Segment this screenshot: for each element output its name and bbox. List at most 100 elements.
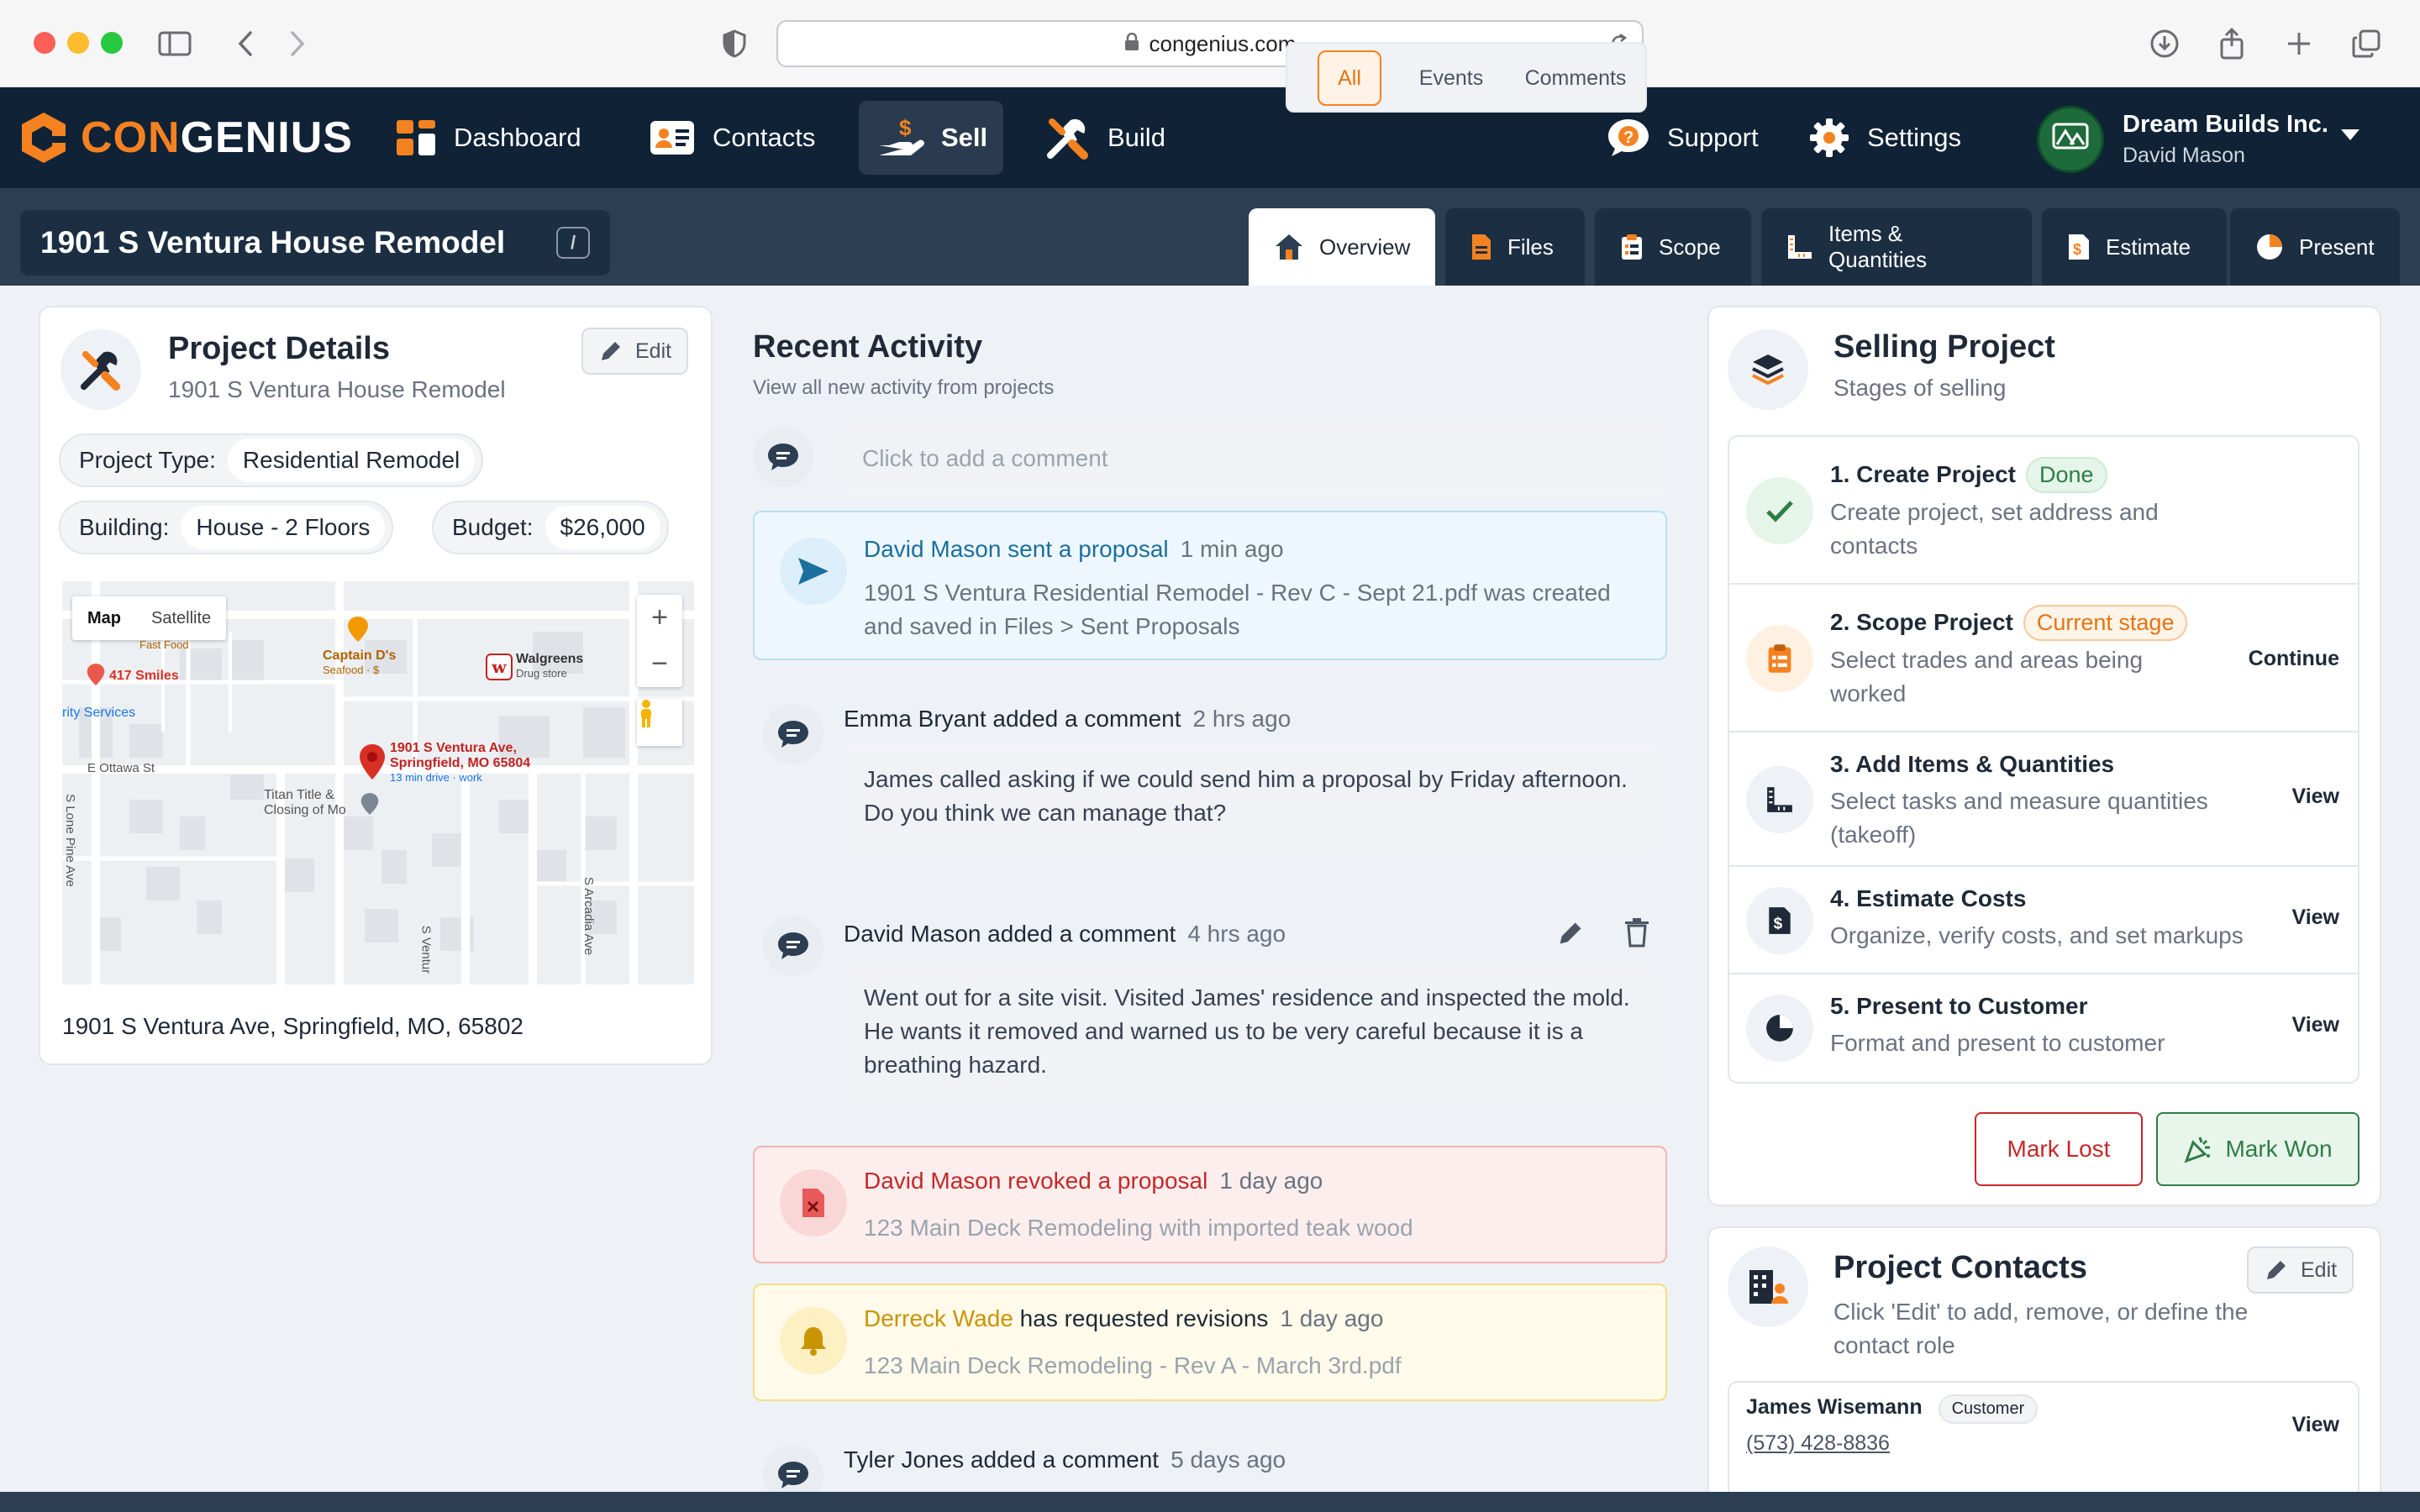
nav-settings[interactable]: Settings (1790, 101, 1980, 175)
stage-4-view-button[interactable]: View (2291, 906, 2339, 930)
support-icon: ? (1607, 118, 1650, 158)
company-name: Dream Builds Inc. (2123, 111, 2328, 138)
tab-overview-icon[interactable] (2348, 25, 2385, 62)
stage-scope-project[interactable]: 2. Scope Project Current stage Select tra… (1729, 585, 2358, 732)
close-window-button[interactable] (34, 32, 55, 54)
app-navbar: CONGENIUS Dashboard Contacts $ Sell Buil… (0, 87, 2420, 188)
nav-sell[interactable]: $ Sell (859, 101, 1003, 175)
contact-role-badge: Customer (1938, 1394, 2039, 1424)
activity-4-message: 123 Main Deck Remodeling with imported t… (864, 1215, 1413, 1241)
comment-icon (763, 704, 823, 764)
map-view-button[interactable]: Map (72, 609, 136, 628)
maximize-window-button[interactable] (101, 32, 123, 54)
dashboard-icon (395, 118, 437, 157)
activity-3-time: 4 hrs ago (1187, 921, 1286, 947)
activity-4-actor[interactable]: David Mason revoked a proposal (864, 1168, 1207, 1194)
edit-details-label: Edit (635, 339, 672, 363)
project-header: 1901 S Ventura House Remodel / Overview … (0, 188, 2420, 286)
new-tab-icon[interactable] (2281, 25, 2317, 62)
contact-phone[interactable]: (573) 428-8836 (1746, 1431, 1890, 1456)
map-type-toggle[interactable]: Map Satellite (72, 596, 227, 640)
stage-create-project[interactable]: 1. Create Project Done Create project, se… (1729, 437, 2358, 585)
add-comment-input[interactable]: Click to add a comment (840, 423, 1667, 494)
revoked-file-icon (780, 1169, 847, 1236)
street-view-icon[interactable] (637, 699, 682, 746)
nav-contacts[interactable]: Contacts (630, 101, 834, 175)
tab-scope-label: Scope (1659, 234, 1721, 260)
filter-events[interactable]: Events (1398, 50, 1504, 106)
sidebar-toggle-icon[interactable] (156, 25, 193, 62)
poi-titan-title-2: Closing of Mo (264, 803, 346, 817)
tab-items-quantities[interactable]: Items & Quantities (1761, 208, 2032, 286)
project-title-text: 1901 S Ventura House Remodel (40, 225, 506, 260)
file-icon (1470, 233, 1492, 261)
pencil-icon (598, 339, 623, 364)
project-map[interactable]: Map Satellite + − 1901 S Ventura Ave, Sp… (62, 581, 694, 984)
activity-6-actor: Tyler Jones added a comment (844, 1446, 1160, 1473)
poi-417-smiles: 417 Smiles (109, 669, 179, 683)
download-icon[interactable] (2146, 25, 2183, 62)
share-icon[interactable] (2213, 25, 2250, 62)
mark-won-button[interactable]: Mark Won (2156, 1112, 2360, 1186)
activity-1-message: 1901 S Ventura Residential Remodel - Rev… (864, 580, 1611, 639)
stage-estimate-costs[interactable]: $ 4. Estimate Costs Organize, verify cos… (1729, 867, 2358, 974)
stage-items-quantities[interactable]: 3. Add Items & Quantities Select tasks a… (1729, 732, 2358, 867)
edit-contacts-button[interactable]: Edit (2247, 1247, 2354, 1294)
privacy-shield-icon[interactable] (716, 25, 753, 62)
project-contacts-subtitle: Click 'Edit' to add, remove, or define t… (1833, 1299, 2249, 1358)
estimate-icon: $ (2067, 233, 2091, 261)
filter-all[interactable]: All (1318, 50, 1381, 106)
bottom-edge (0, 1492, 2420, 1512)
selling-stages: 1. Create Project Done Create project, se… (1728, 435, 2360, 1084)
nav-build[interactable]: Build (1027, 101, 1184, 175)
stage-2-badge: Current stage (2023, 605, 2188, 641)
contact-view-button[interactable]: View (2291, 1413, 2339, 1437)
tab-estimate[interactable]: $ Estimate (2042, 208, 2227, 286)
nav-dashboard[interactable]: Dashboard (376, 101, 600, 175)
stage-5-desc: Format and present to customer (1830, 1030, 2165, 1056)
activity-5-actor[interactable]: Derreck Wade (864, 1305, 1013, 1331)
project-contacts-heading: Project Contacts (1833, 1250, 2087, 1285)
building-field: Building: House - 2 Floors (59, 501, 394, 554)
selling-project-subtitle: Stages of selling (1833, 375, 2007, 401)
activity-6-time: 5 days ago (1171, 1446, 1286, 1473)
poi-titan-title: Titan Title & (264, 788, 334, 802)
edit-comment-icon[interactable] (1556, 919, 1585, 952)
account-menu[interactable]: Dream Builds Inc. David Mason (2037, 106, 2328, 173)
congenius-logo[interactable]: CONGENIUS (18, 111, 353, 165)
forward-icon[interactable] (279, 25, 316, 62)
budget-value: $26,000 (544, 506, 660, 549)
street-ventur: S Ventur (418, 925, 434, 974)
svg-text:$: $ (899, 115, 912, 140)
tab-scope[interactable]: Scope (1595, 208, 1751, 286)
mark-lost-button[interactable]: Mark Lost (1975, 1112, 2143, 1186)
tab-overview[interactable]: Overview (1249, 208, 1435, 286)
delete-comment-icon[interactable] (1623, 917, 1650, 952)
satellite-view-button[interactable]: Satellite (136, 609, 226, 628)
activity-proposal-revoked: David Mason revoked a proposal 1 day ago … (753, 1146, 1667, 1263)
svg-text:$: $ (2073, 241, 2081, 258)
walgreens-icon[interactable]: w (486, 654, 513, 680)
back-icon[interactable] (227, 25, 264, 62)
chevron-down-icon[interactable] (2341, 129, 2360, 145)
stage-3-view-button[interactable]: View (2291, 785, 2339, 809)
activity-2-comment: James called asking if we could send him… (844, 746, 1659, 852)
stage-5-view-button[interactable]: View (2291, 1013, 2339, 1037)
tab-present[interactable]: Present (2230, 208, 2400, 286)
stage-present-customer[interactable]: 5. Present to Customer Format and presen… (1729, 974, 2358, 1082)
contact-name: James Wisemann (1746, 1395, 1923, 1419)
tab-files[interactable]: Files (1445, 208, 1585, 286)
estimate-doc-icon: $ (1746, 887, 1813, 954)
edit-details-button[interactable]: Edit (581, 328, 689, 375)
project-title[interactable]: 1901 S Ventura House Remodel / (20, 210, 610, 276)
zoom-in-button[interactable]: + (637, 595, 682, 641)
activity-1-actor[interactable]: David Mason sent a proposal (864, 536, 1169, 562)
filter-comments[interactable]: Comments (1512, 50, 1639, 106)
minimize-window-button[interactable] (67, 32, 89, 54)
pie-chart-icon (2255, 233, 2284, 261)
stage-2-continue-button[interactable]: Continue (2249, 647, 2339, 671)
zoom-out-button[interactable]: − (637, 641, 682, 687)
build-icon (1045, 115, 1091, 160)
zoom-control: + − (637, 595, 682, 687)
comment-icon (753, 427, 813, 487)
